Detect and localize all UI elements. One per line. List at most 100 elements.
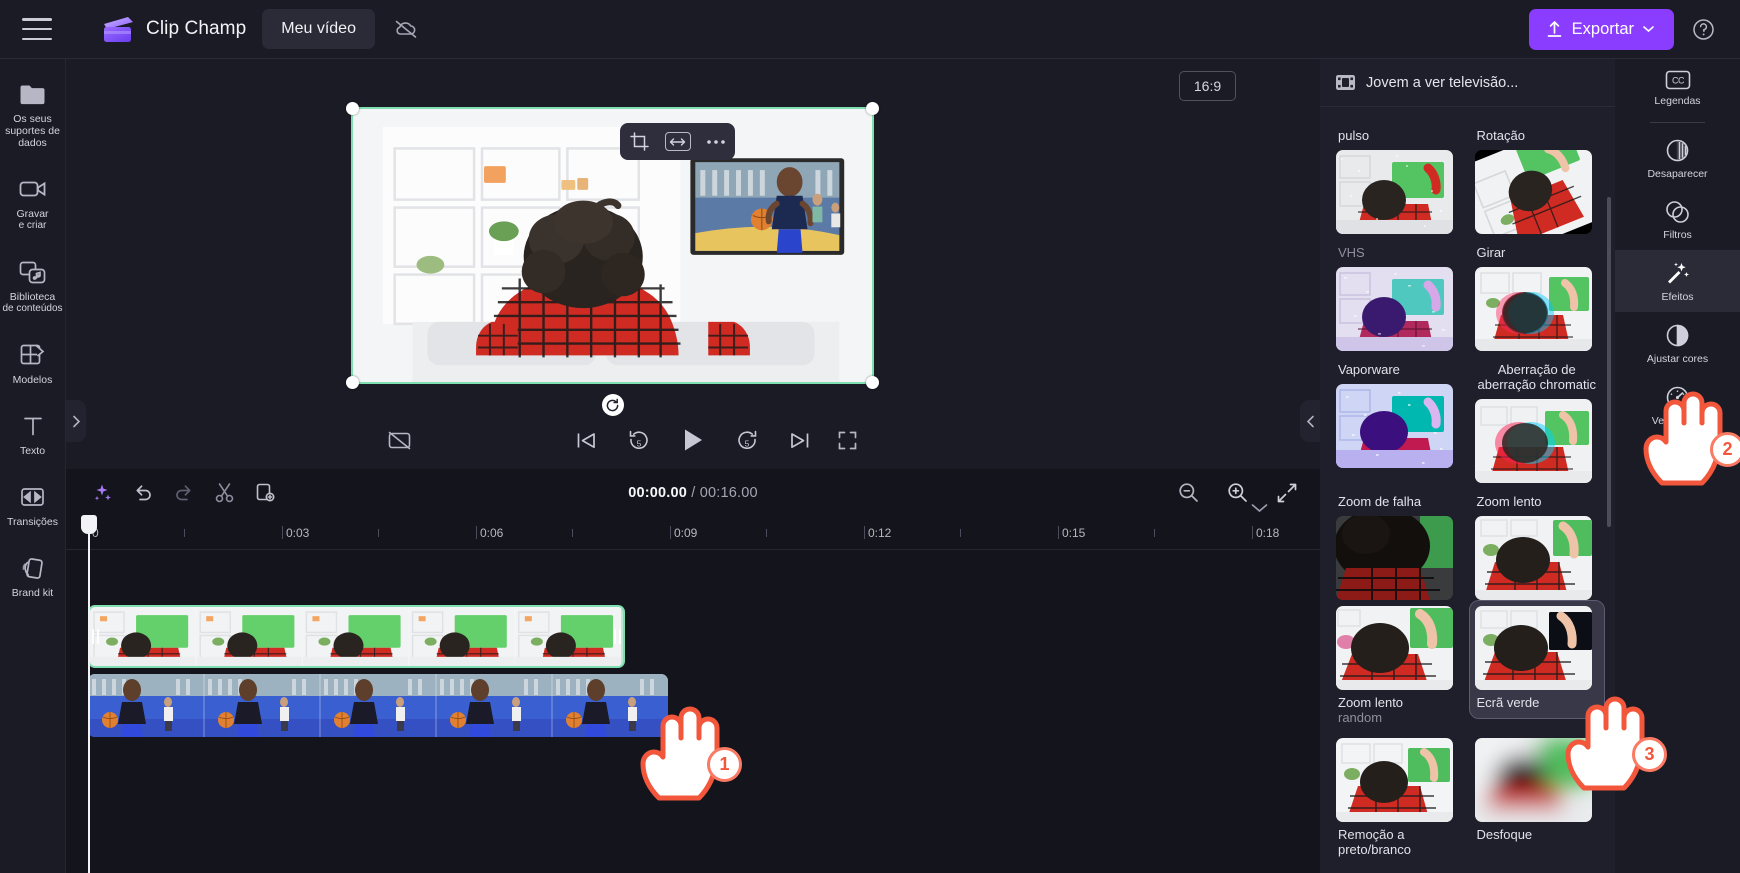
tab-label: Desaparecer <box>1647 168 1708 180</box>
export-label: Exportar <box>1571 19 1634 38</box>
redo-icon[interactable] <box>168 477 199 508</box>
effect-thumbnail[interactable] <box>1474 738 1592 822</box>
tab-filtros[interactable]: Filtros <box>1615 189 1740 250</box>
table-row[interactable] <box>88 674 668 737</box>
duplicate-icon[interactable] <box>250 477 281 508</box>
rewind-5s-icon[interactable]: 5 <box>628 430 650 451</box>
tab-velocidade[interactable]: Velocidade <box>1615 374 1740 436</box>
sidebar-item-text[interactable]: Texto <box>0 405 66 467</box>
effect-item-remocao-preto-branco[interactable]: Remoção a preto/branco <box>1336 732 1461 864</box>
tab-legendas[interactable]: CC Legendas <box>1615 59 1740 116</box>
video-canvas-selection[interactable] <box>346 102 879 416</box>
forward-5s-icon[interactable]: 5 <box>736 430 758 451</box>
playback-controls: 5 5 <box>66 417 1320 463</box>
aspect-ratio-badge[interactable]: 16:9 <box>1179 71 1236 101</box>
skip-to-end-icon[interactable] <box>790 431 810 450</box>
playhead[interactable] <box>81 515 97 873</box>
ruler-label: 0:03 <box>286 526 310 540</box>
effect-item-rotacao[interactable]: Rotação <box>1474 117 1600 234</box>
timeline-toolbar: 00:00.00 / 00:16.00 <box>66 469 1320 516</box>
effect-thumbnail[interactable] <box>1474 516 1592 600</box>
resize-handle-bottom-right[interactable] <box>866 376 879 389</box>
timeline-ruler[interactable]: 0 0:03 0:06 0:09 0:12 0:15 0:18 0:21 0:2 <box>66 516 1737 550</box>
effect-thumbnail[interactable] <box>1336 267 1453 351</box>
effect-thumbnail[interactable] <box>1474 606 1592 690</box>
table-row[interactable] <box>88 605 625 668</box>
effect-item-girar[interactable]: Girar <box>1474 234 1600 351</box>
project-name-chip[interactable]: Meu vídeo <box>262 9 375 49</box>
tab-efeitos[interactable]: Efeitos <box>1615 250 1740 312</box>
cloud-off-icon[interactable] <box>385 9 427 49</box>
effect-item-vhs[interactable]: VHS <box>1336 234 1461 351</box>
effects-panel-title: Jovem a ver televisão... <box>1366 74 1519 91</box>
effect-item-ecra-verde[interactable]: Ecrã verde <box>1468 600 1605 732</box>
crop-icon[interactable] <box>626 129 654 155</box>
preview-stage: 16:9 5 5 <box>66 59 1320 469</box>
captions-icon: CC <box>1665 70 1691 90</box>
playhead-knob[interactable] <box>81 515 97 534</box>
upload-icon <box>1546 20 1563 38</box>
collapse-timeline-button[interactable] <box>1240 498 1278 518</box>
rotate-icon[interactable] <box>601 394 624 416</box>
brand-name: Clip Champ <box>146 18 247 39</box>
effects-panel-body[interactable]: pulso Rotação VHS Girar Vaporware Aberra… <box>1320 107 1615 873</box>
trim-handle-left[interactable] <box>90 607 101 666</box>
sidebar-item-templates[interactable]: Modelos <box>0 334 66 396</box>
effect-item-zoom-lento-random[interactable]: Zoom lento random <box>1336 600 1461 732</box>
ruler-label: 0:12 <box>868 526 892 540</box>
resize-handle-top-right[interactable] <box>866 102 879 115</box>
effect-thumbnail[interactable] <box>1336 606 1453 690</box>
tab-desaparecer[interactable]: Desaparecer <box>1615 127 1740 189</box>
effect-thumbnail[interactable] <box>1336 384 1453 468</box>
undo-icon[interactable] <box>127 477 158 508</box>
effect-label: Girar <box>1476 245 1506 260</box>
resize-handle-top-left[interactable] <box>346 102 359 115</box>
effect-item-vaporware[interactable]: Vaporware <box>1336 351 1461 483</box>
effect-item-aberracao-cromatica[interactable]: Aberração de aberração chromatic <box>1474 351 1600 483</box>
effect-item-zoom-lento[interactable]: Zoom lento <box>1474 483 1600 600</box>
fullscreen-icon[interactable] <box>838 431 857 450</box>
timeline-tools <box>66 477 281 508</box>
effects-panel-header: Jovem a ver televisão... <box>1320 59 1615 107</box>
effect-thumbnail[interactable] <box>1474 267 1592 351</box>
effect-thumbnail[interactable] <box>1474 399 1592 483</box>
export-button[interactable]: Exportar <box>1528 8 1674 50</box>
effects-panel-scrollbar[interactable] <box>1607 197 1611 527</box>
sidebar-item-brandkit[interactable]: Brand kit <box>0 547 66 609</box>
sidebar-item-label: Biblioteca de conteúdos <box>2 291 63 314</box>
play-icon[interactable] <box>682 428 704 452</box>
effect-thumbnail[interactable] <box>1336 738 1453 822</box>
zoom-out-icon[interactable] <box>1173 477 1204 508</box>
adjust-icon <box>1665 323 1690 348</box>
hamburger-menu-icon[interactable] <box>22 18 52 40</box>
more-icon[interactable] <box>702 129 730 155</box>
skip-to-start-icon[interactable] <box>576 431 596 450</box>
trim-handle-right[interactable] <box>612 607 623 666</box>
collapse-right-panel-button[interactable] <box>1300 400 1320 442</box>
collapse-left-panel-button[interactable] <box>66 400 86 442</box>
effect-label: Vaporware <box>1338 362 1400 377</box>
effect-item-pulso[interactable]: pulso <box>1336 117 1461 234</box>
captions-off-icon[interactable] <box>388 431 411 450</box>
effect-thumbnail[interactable] <box>1474 150 1592 234</box>
chevron-down-icon <box>1643 25 1654 33</box>
sidebar-item-record[interactable]: Gravar e criar <box>0 168 66 242</box>
help-circle-icon[interactable] <box>1688 14 1718 44</box>
effect-label: Aberração de aberração chromatic <box>1477 362 1597 392</box>
resize-handle-bottom-left[interactable] <box>346 376 359 389</box>
sidebar-item-label: Texto <box>19 445 46 457</box>
scissors-icon[interactable] <box>209 477 240 508</box>
effect-item-desfoque[interactable]: Desfoque <box>1474 732 1600 864</box>
effect-thumbnail[interactable] <box>1336 516 1453 600</box>
fit-width-icon[interactable] <box>664 132 691 151</box>
tab-ajustar-cores[interactable]: Ajustar cores <box>1615 312 1740 374</box>
effect-item-zoom-de-falha[interactable]: Zoom de falha <box>1336 483 1461 600</box>
text-icon <box>21 413 45 439</box>
sidebar-item-content-library[interactable]: Biblioteca de conteúdos <box>0 251 66 325</box>
effect-label: Zoom de falha <box>1338 494 1422 509</box>
sidebar-item-transitions[interactable]: Transições <box>0 476 66 538</box>
sidebar-item-media[interactable]: Os seus suportes de dados <box>0 73 66 159</box>
effect-thumbnail[interactable] <box>1336 150 1453 234</box>
effect-selected-wrapper[interactable]: Ecrã verde <box>1468 600 1605 719</box>
magic-wand-icon[interactable] <box>86 477 117 508</box>
